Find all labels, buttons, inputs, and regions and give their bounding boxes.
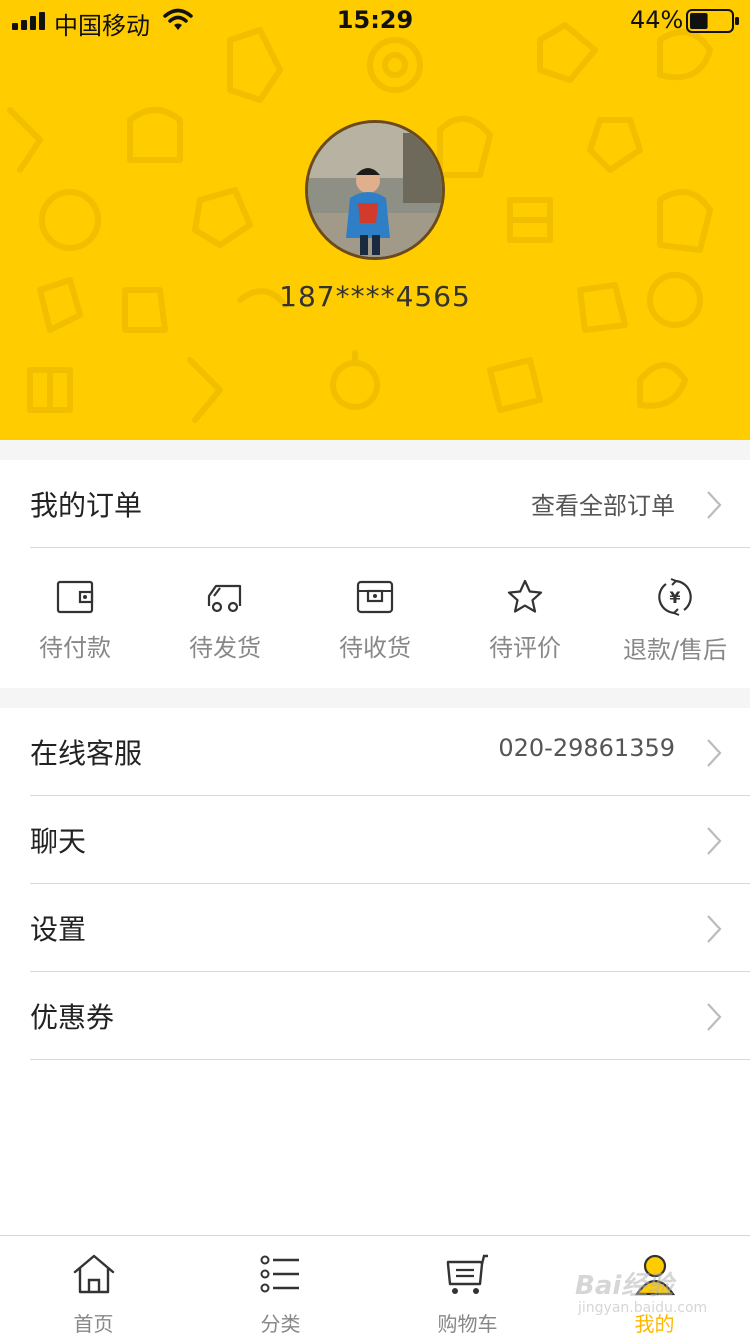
order-status-label: 待发货 <box>189 634 261 662</box>
order-status-label: 待收货 <box>339 634 411 662</box>
tab-home[interactable]: 首页 <box>0 1236 187 1334</box>
service-phone: 020-29861359 <box>498 734 675 762</box>
chevron-right-icon <box>707 1003 722 1031</box>
order-status-pending-receipt[interactable]: 待收货 <box>300 548 450 688</box>
chevron-right-icon <box>707 491 722 519</box>
box-icon <box>356 580 394 614</box>
star-icon <box>507 579 543 613</box>
svg-text:¥: ¥ <box>669 588 680 607</box>
battery-percent: 44% <box>630 6 684 34</box>
section-gap <box>0 688 750 708</box>
chevron-right-icon <box>707 739 722 767</box>
order-status-label: 待付款 <box>39 634 111 662</box>
refund-icon: ¥ <box>658 578 692 616</box>
menu-item-online-service[interactable]: 在线客服 020-29861359 <box>0 708 750 796</box>
avatar[interactable] <box>305 120 445 260</box>
section-gap <box>0 440 750 460</box>
menu-item-label: 设置 <box>30 913 87 946</box>
order-status-bar: 待付款 待发货 待收货 待评价 ¥ 退款/售后 <box>0 548 750 688</box>
tab-label: 购物车 <box>437 1312 498 1334</box>
tab-label: 首页 <box>73 1312 114 1334</box>
watermark-brand: Bai经验 <box>575 1271 674 1301</box>
order-status-pending-shipment[interactable]: 待发货 <box>150 548 300 688</box>
status-bar: 中国移动 15:29 44% <box>0 0 750 40</box>
tab-label: 分类 <box>260 1312 301 1334</box>
home-icon <box>73 1254 115 1294</box>
truck-icon <box>207 584 242 613</box>
order-status-label: 退款/售后 <box>622 636 728 664</box>
wallet-icon <box>56 580 94 614</box>
chevron-right-icon <box>707 827 722 855</box>
menu-item-label: 在线客服 <box>30 737 143 770</box>
divider <box>30 1059 750 1060</box>
battery-icon <box>686 9 739 33</box>
list-icon <box>260 1255 299 1293</box>
menu-item-chat[interactable]: 聊天 <box>0 796 750 884</box>
battery-level <box>690 13 708 29</box>
my-orders-row[interactable]: 我的订单 查看全部订单 <box>0 460 750 548</box>
menu-item-label: 优惠券 <box>30 1001 115 1034</box>
view-all-orders-link[interactable]: 查看全部订单 <box>531 486 675 521</box>
menu-item-coupons[interactable]: 优惠券 <box>0 972 750 1060</box>
chevron-right-icon <box>707 915 722 943</box>
menu-item-label: 聊天 <box>30 825 87 858</box>
tab-category[interactable]: 分类 <box>187 1236 374 1334</box>
menu-item-settings[interactable]: 设置 <box>0 884 750 972</box>
user-phone: 187****4565 <box>279 280 471 313</box>
order-status-pending-payment[interactable]: 待付款 <box>0 548 150 688</box>
order-status-refund[interactable]: ¥ 退款/售后 <box>600 548 750 688</box>
watermark-url: jingyan.baidu.com <box>578 1300 708 1316</box>
profile-header: 中国移动 15:29 44% 187****4565 <box>0 0 750 440</box>
avatar-photo <box>308 123 442 257</box>
order-status-label: 待评价 <box>489 634 561 662</box>
my-orders-title: 我的订单 <box>30 489 143 522</box>
cart-icon <box>446 1254 488 1294</box>
order-status-pending-review[interactable]: 待评价 <box>450 548 600 688</box>
tab-cart[interactable]: 购物车 <box>374 1236 561 1334</box>
